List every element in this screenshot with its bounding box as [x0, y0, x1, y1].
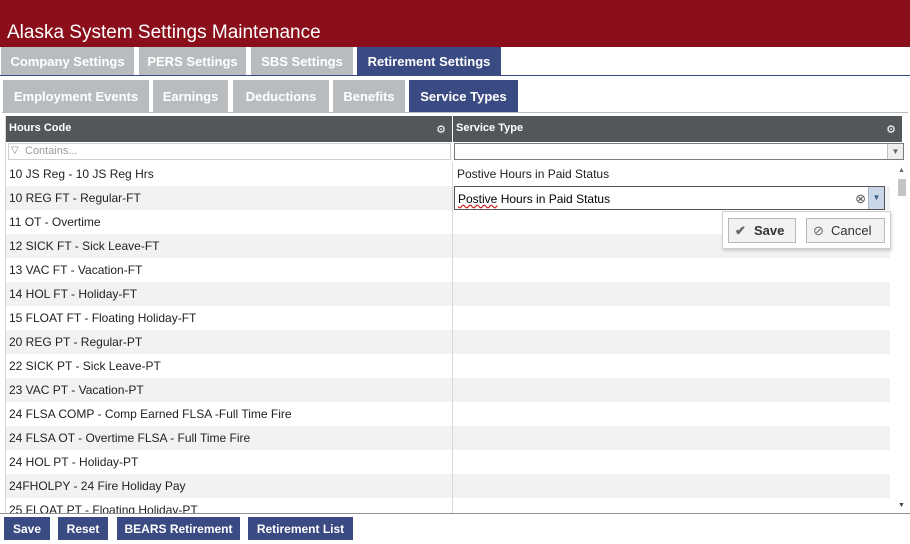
hours-code-cell: 25 FLOAT PT - Floating Holiday-PT [9, 503, 198, 513]
table-row[interactable]: 24 FLSA COMP - Comp Earned FLSA -Full Ti… [6, 402, 890, 426]
table-row[interactable]: 20 REG PT - Regular-PT [6, 330, 890, 354]
hours-code-cell: 24 FLSA COMP - Comp Earned FLSA -Full Ti… [9, 407, 292, 421]
tab-employment-events[interactable]: Employment Events [3, 80, 149, 112]
hours-code-cell: 22 SICK PT - Sick Leave-PT [9, 359, 161, 373]
tab-benefits[interactable]: Benefits [333, 80, 405, 112]
service-type-edit-combobox[interactable]: Postive Hours in Paid Status ⊗ ▼ [454, 186, 885, 210]
filter-row: ▽ Contains... ▼ [6, 142, 904, 162]
clear-icon[interactable]: ⊗ [855, 191, 866, 207]
service-type-edit-value-rest: Hours in Paid Status [497, 192, 611, 206]
tab-deductions[interactable]: Deductions [233, 80, 329, 112]
chevron-down-icon[interactable]: ▼ [887, 144, 903, 159]
popup-cancel-label: Cancel [831, 223, 872, 238]
tab-pers-settings[interactable]: PERS Settings [139, 47, 246, 76]
hours-code-cell: 24 FLSA OT - Overtime FLSA - Full Time F… [9, 431, 251, 445]
gear-icon[interactable]: ⚙ [436, 123, 446, 136]
table-row[interactable]: 24 HOL PT - Holiday-PT [6, 450, 890, 474]
hours-code-cell: 23 VAC PT - Vacation-PT [9, 383, 144, 397]
vertical-scrollbar[interactable]: ▲ ▼ [897, 162, 907, 513]
chevron-down-icon[interactable]: ▼ [868, 187, 884, 209]
scrollbar-thumb[interactable] [898, 179, 906, 196]
hours-code-cell: 20 REG PT - Regular-PT [9, 335, 143, 349]
retirement-list-button[interactable]: Retirement List [248, 517, 353, 540]
column-divider [452, 162, 453, 513]
spellcheck-word: Postive [458, 192, 498, 206]
table-row[interactable]: 25 FLOAT PT - Floating Holiday-PT [6, 498, 890, 513]
table-row[interactable]: 23 VAC PT - Vacation-PT [6, 378, 890, 402]
popup-cancel-button[interactable]: ⊘ Cancel [806, 218, 885, 243]
service-types-grid: Hours Code ⚙ Service Type ⚙ ▽ Contains..… [5, 116, 907, 513]
column-header-hours-code[interactable]: Hours Code ⚙ [6, 116, 452, 142]
column-header-service-type[interactable]: Service Type ⚙ [453, 116, 902, 142]
top-tabs-underline [0, 75, 910, 76]
row-edit-popup: ✔ Save ⊘ Cancel [722, 211, 891, 249]
table-row[interactable]: 15 FLOAT FT - Floating Holiday-FT [6, 306, 890, 330]
tab-retirement-settings[interactable]: Retirement Settings [357, 47, 501, 76]
footer-divider [0, 513, 910, 514]
gear-icon[interactable]: ⚙ [886, 123, 896, 136]
top-tabs: Company Settings PERS Settings SBS Setti… [0, 47, 910, 76]
hours-code-cell: 12 SICK FT - Sick Leave-FT [9, 239, 160, 253]
table-row[interactable]: 22 SICK PT - Sick Leave-PT [6, 354, 890, 378]
sub-tabs-underline [2, 112, 908, 113]
column-header-label: Service Type [456, 122, 524, 134]
window-title: Alaska System Settings Maintenance [7, 22, 321, 43]
scroll-down-icon[interactable]: ▼ [898, 502, 905, 509]
hours-code-cell: 15 FLOAT FT - Floating Holiday-FT [9, 311, 197, 325]
tab-service-types[interactable]: Service Types [409, 80, 518, 112]
tab-company-settings[interactable]: Company Settings [1, 47, 134, 76]
service-type-edit-value: Postive Hours in Paid Status [458, 192, 610, 206]
hours-code-cell: 10 JS Reg - 10 JS Reg Hrs [9, 167, 154, 181]
column-header-label: Hours Code [9, 122, 72, 134]
table-row[interactable]: 24FHOLPY - 24 Fire Holiday Pay [6, 474, 890, 498]
table-row[interactable]: 10 JS Reg - 10 JS Reg Hrs Postive Hours … [6, 162, 890, 186]
sub-tabs: Employment Events Earnings Deductions Be… [0, 80, 910, 113]
hours-code-filter-input[interactable]: Contains... [8, 143, 451, 160]
check-icon: ✔ [735, 223, 746, 238]
hours-code-cell: 10 REG FT - Regular-FT [9, 191, 141, 205]
table-row[interactable]: 24 FLSA OT - Overtime FLSA - Full Time F… [6, 426, 890, 450]
title-bar: Alaska System Settings Maintenance [0, 0, 910, 47]
popup-save-label: Save [754, 223, 785, 238]
bears-retirement-button[interactable]: BEARS Retirement [117, 517, 240, 540]
hours-code-cell: 24 HOL PT - Holiday-PT [9, 455, 139, 469]
hours-code-cell: 24FHOLPY - 24 Fire Holiday Pay [9, 479, 186, 493]
hours-code-cell: 14 HOL FT - Holiday-FT [9, 287, 138, 301]
table-row[interactable]: 13 VAC FT - Vacation-FT [6, 258, 890, 282]
service-type-filter-select[interactable]: ▼ [454, 143, 904, 160]
save-button[interactable]: Save [4, 517, 50, 540]
popup-save-button[interactable]: ✔ Save [728, 218, 796, 243]
hours-code-cell: 13 VAC FT - Vacation-FT [9, 263, 143, 277]
scroll-up-icon[interactable]: ▲ [898, 167, 905, 174]
tab-earnings[interactable]: Earnings [153, 80, 228, 112]
tab-sbs-settings[interactable]: SBS Settings [251, 47, 353, 76]
hours-code-cell: 11 OT - Overtime [9, 215, 101, 229]
service-type-cell: Postive Hours in Paid Status [457, 167, 610, 181]
table-row[interactable]: 14 HOL FT - Holiday-FT [6, 282, 890, 306]
cancel-icon: ⊘ [813, 223, 824, 238]
reset-button[interactable]: Reset [58, 517, 108, 540]
